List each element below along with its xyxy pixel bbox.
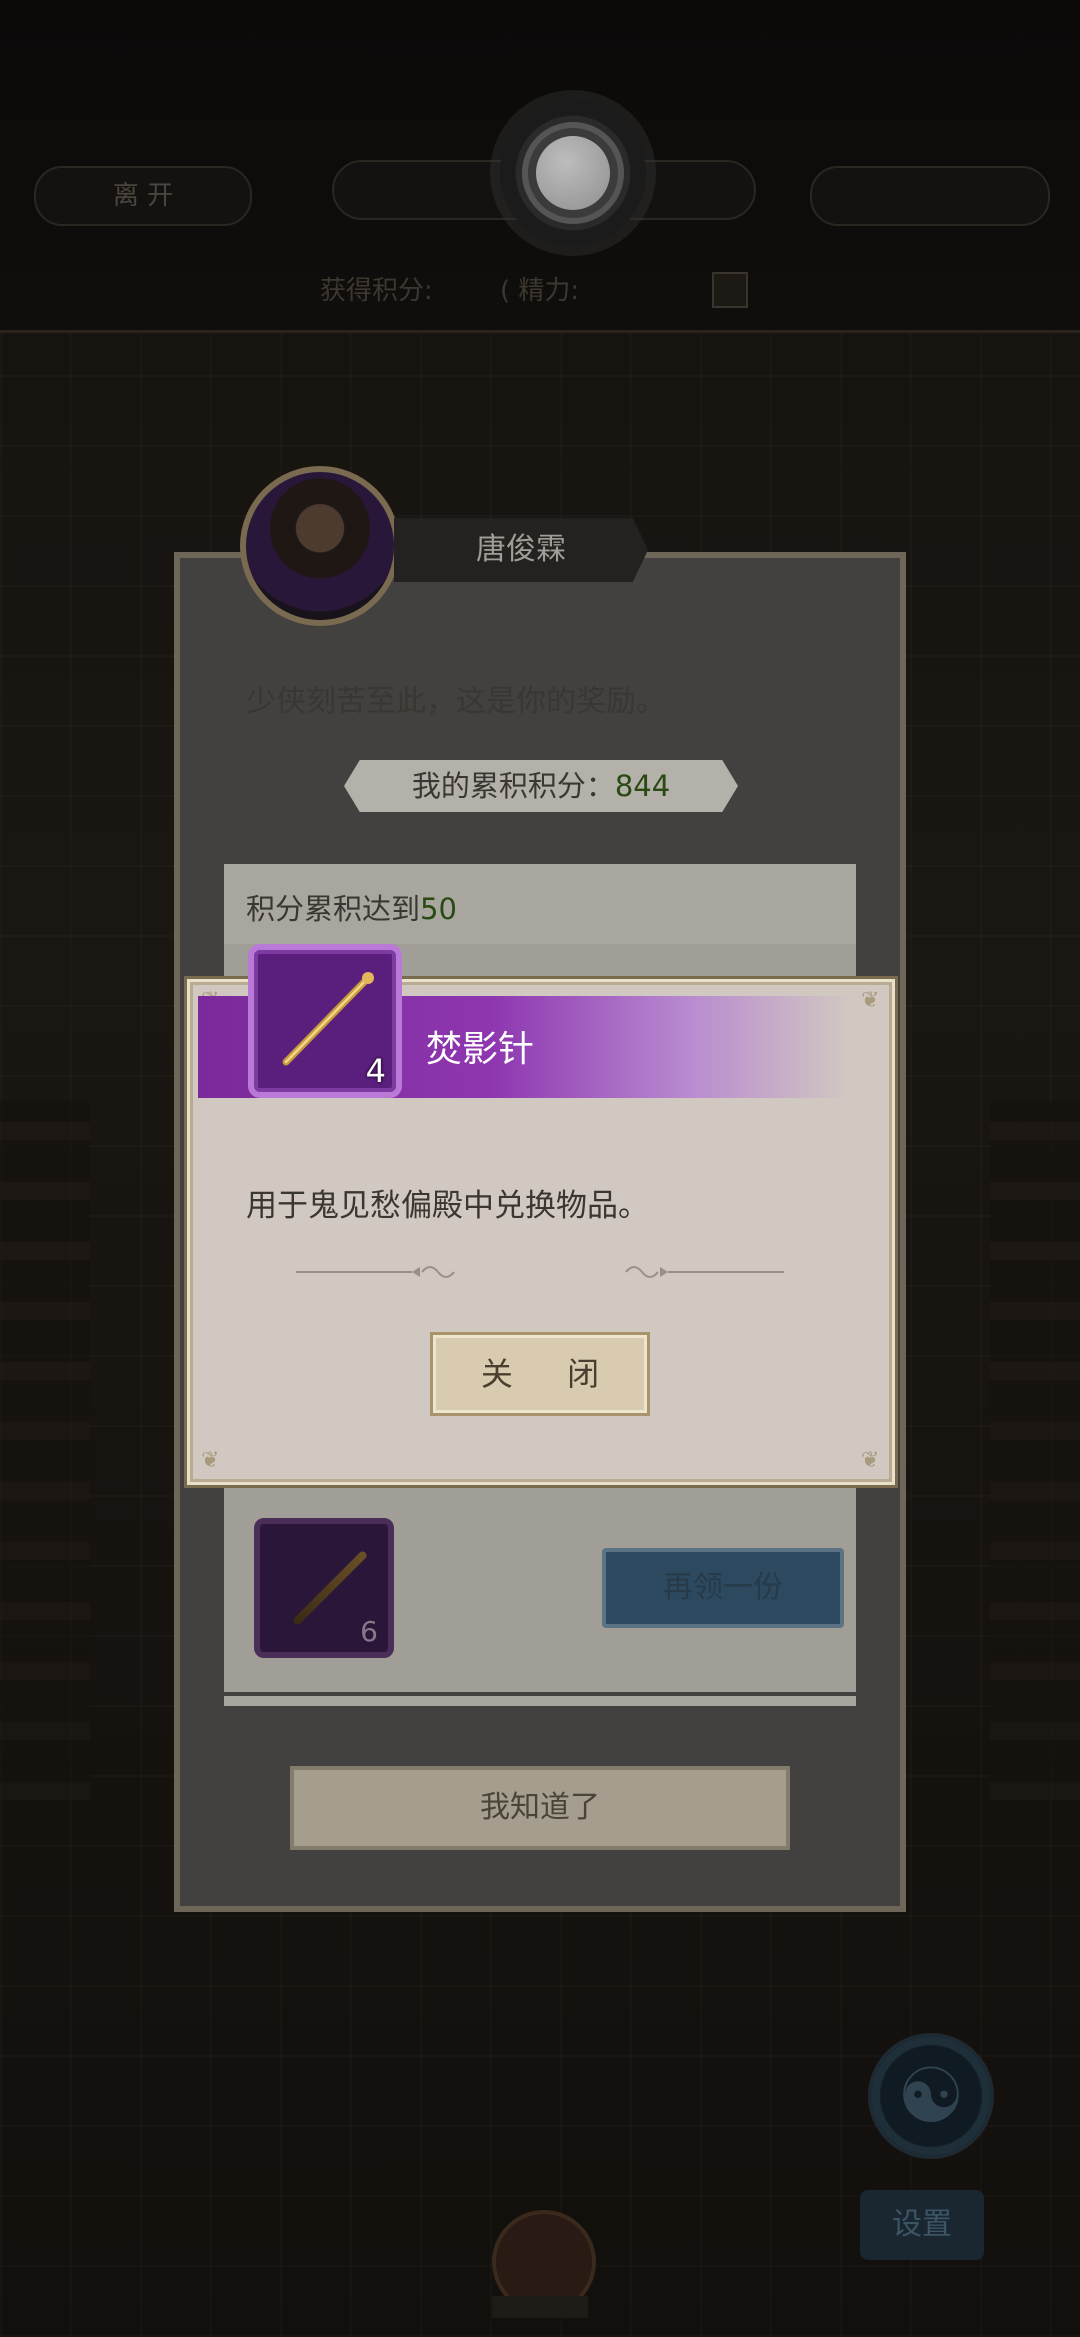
yin-yang-icon[interactable]: ☯	[868, 2033, 994, 2159]
ornamental-divider	[296, 1266, 784, 1278]
close-button[interactable]: 关 闭	[430, 1332, 650, 1416]
needle-icon	[291, 1549, 369, 1627]
item-count: 4	[365, 1052, 386, 1090]
tier-header: 积分累积达到50	[224, 864, 856, 944]
got-it-button[interactable]: 我知道了	[290, 1766, 790, 1850]
plus-icon[interactable]	[712, 272, 748, 308]
currency-display	[810, 166, 1050, 226]
corner-ornament: ❦	[861, 988, 880, 1013]
item-icon-slot: 4	[248, 944, 402, 1098]
score-label: 获得积分:	[320, 276, 433, 306]
record-icon[interactable]	[500, 100, 646, 246]
bottom-avatar-label	[492, 2296, 588, 2318]
tier-label: 积分累积达到	[246, 892, 421, 926]
accumulated-score-value: 844	[614, 769, 671, 803]
npc-name: 唐俊霖	[394, 518, 648, 582]
right-shelf-decoration	[990, 1100, 1080, 1800]
leave-button[interactable]: 离 开	[34, 166, 252, 226]
reward-item-slot[interactable]: 6	[254, 1518, 394, 1658]
accumulated-score-label: 我的累积积分：	[411, 769, 615, 803]
record-core	[536, 136, 610, 210]
reward-item-count: 6	[360, 1615, 378, 1648]
corner-ornament: ❦	[201, 1448, 220, 1473]
accumulated-score-banner: 我的累积积分：844	[344, 760, 738, 812]
tier-value: 50	[420, 892, 457, 926]
yin-yang-glyph: ☯	[896, 2051, 966, 2140]
reward-intro-text: 少侠刻苦至此，这是你的奖励。	[246, 684, 666, 719]
npc-avatar	[240, 466, 400, 626]
reward-row-divider	[224, 1696, 856, 1706]
item-description: 用于鬼见愁偏殿中兑换物品。	[246, 1188, 649, 1224]
record-ring	[522, 122, 624, 224]
item-name: 焚影针	[426, 1029, 535, 1070]
claim-again-button[interactable]: 再领一份	[602, 1548, 844, 1628]
settings-button[interactable]: 设置	[860, 2190, 984, 2260]
energy-label: ( 精力:	[500, 276, 580, 306]
left-shelf-decoration	[0, 1100, 90, 1800]
corner-ornament: ❦	[861, 1448, 880, 1473]
